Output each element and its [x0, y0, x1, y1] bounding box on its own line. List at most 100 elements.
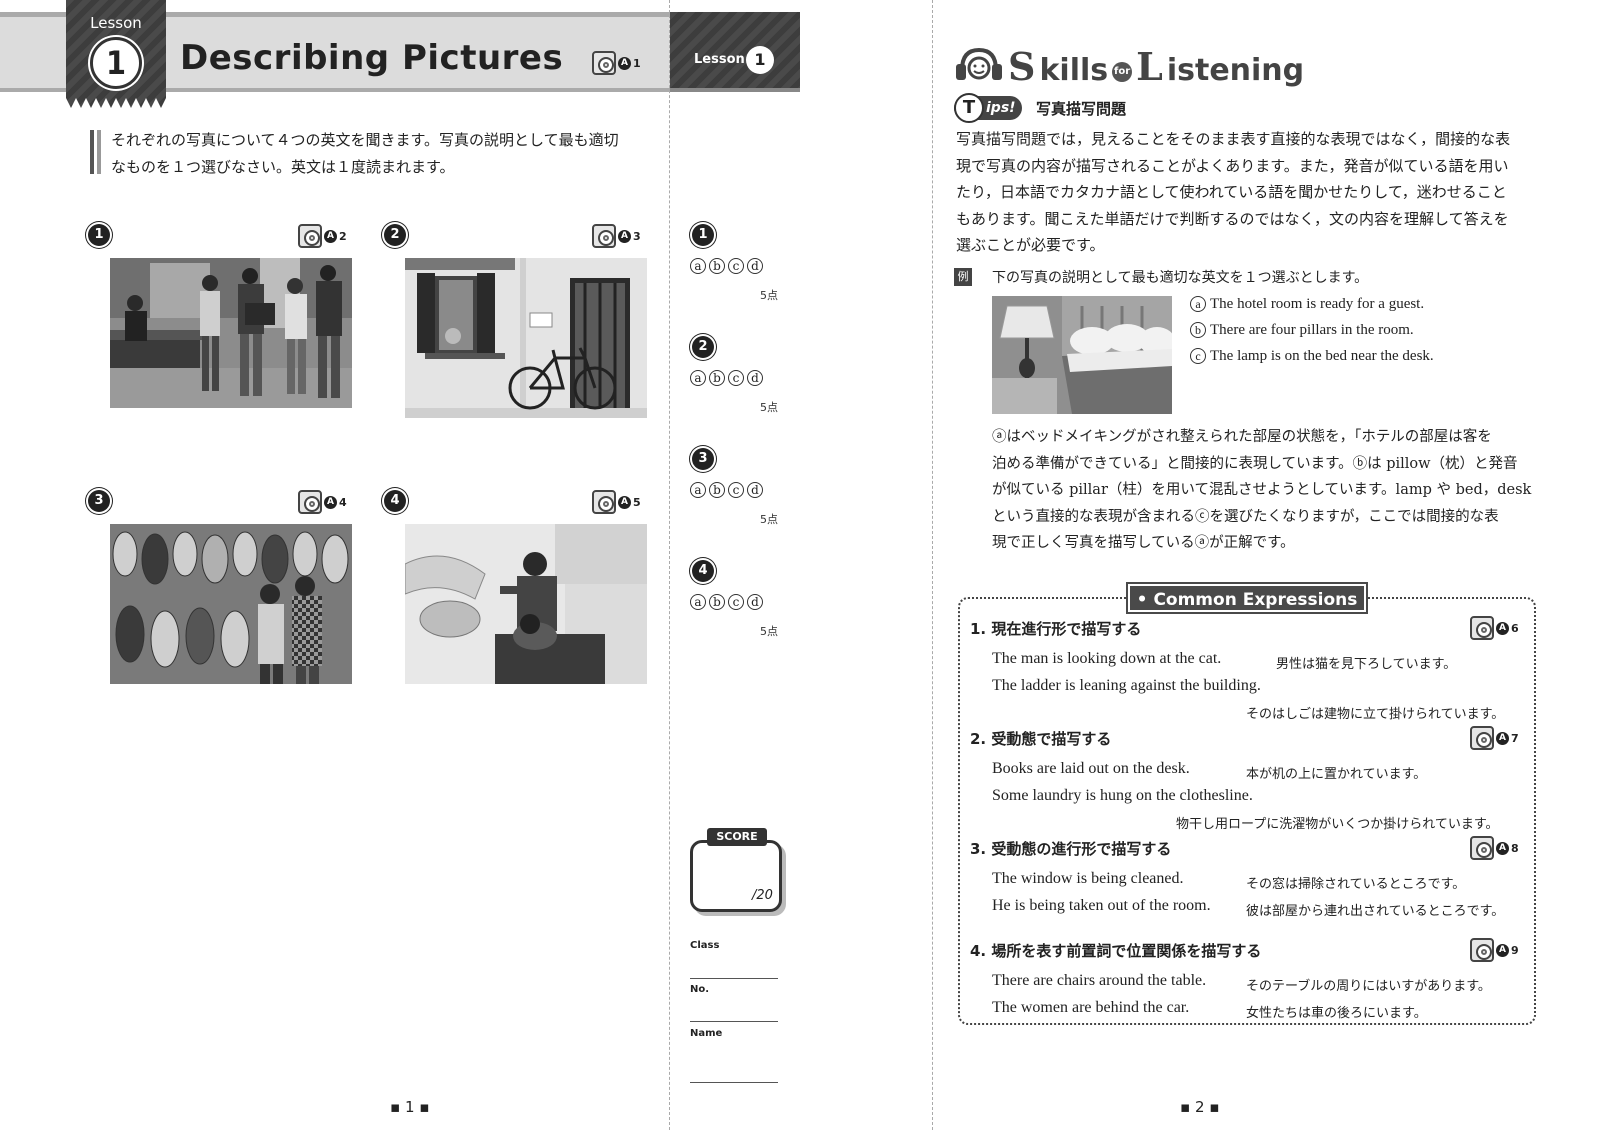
cd-icon [298, 224, 322, 248]
audio-track-marker-e1: A 6 [1470, 616, 1519, 640]
explanation-line: 現で正しく写真を描写しているⓐが正解です。 [992, 535, 1295, 551]
tips-line: 現で写真の内容が描写されることがよくあります。また，発音が似ている語を用い [956, 156, 1509, 175]
choice-text: The lamp is on the bed near the desk. [1210, 348, 1434, 364]
audio-track-marker-e2: A 7 [1470, 726, 1519, 750]
answer-number-2: 2 [692, 336, 714, 358]
page-number-right: ▪ 2 ▪ [1180, 1098, 1220, 1116]
instructions-line-2: なものを１つ選びなさい。英文は１度読まれます。 [111, 158, 455, 176]
expression-english: The man is looking down at the cat. [992, 650, 1222, 667]
instructions: それぞれの写真について４つの英文を聞きます。写真の説明として最も適切 なものを１… [111, 127, 651, 181]
explanation-line: 泊める準備ができている」と間接的に表現しています。ⓑは pillow（枕）と発音 [992, 455, 1518, 472]
name-field[interactable] [690, 1082, 778, 1083]
track-a-icon: A [1496, 841, 1509, 855]
expression-japanese: そのはしごは建物に立て掛けられています。 [1246, 707, 1505, 722]
expression-english: The ladder is leaning against the buildi… [992, 677, 1261, 694]
points-2: 5点 [760, 401, 778, 414]
answer-option-b[interactable]: b [709, 482, 725, 498]
answer-option-b[interactable]: b [709, 594, 725, 610]
number-field[interactable] [690, 1021, 778, 1022]
skills-word: kills [1039, 53, 1109, 88]
skills-initial: S [1008, 44, 1036, 89]
expression-japanese: 彼は部屋から連れ出されているところです。 [1246, 904, 1505, 919]
answer-option-a[interactable]: a [690, 594, 706, 610]
question-number-3: 3 [88, 490, 110, 512]
example-choice-b: b There are four pillars in the room. [1190, 322, 1414, 339]
answer-option-a[interactable]: a [690, 258, 706, 274]
for-badge: for [1112, 62, 1133, 82]
choice-text: The hotel room is ready for a guest. [1210, 296, 1425, 312]
answer-option-d[interactable]: d [747, 258, 763, 274]
score-total: /20 [752, 888, 773, 903]
answer-option-d[interactable]: d [747, 370, 763, 386]
photo-hotel-room [992, 296, 1172, 414]
photo-dentist [405, 524, 647, 684]
example-choice-c: c The lamp is on the bed near the desk. [1190, 348, 1434, 365]
example-intro: 下の写真の説明として最も適切な英文を１つ選ぶとします。 [992, 270, 1369, 286]
answer-option-b[interactable]: b [709, 258, 725, 274]
expression-heading-2: 2. 受動態で描写する [970, 730, 1112, 748]
cd-icon [592, 490, 616, 514]
audio-track-marker-q3: A 4 [298, 490, 347, 514]
audio-track-marker: A 1 [592, 51, 641, 75]
choice-letter: c [1190, 348, 1206, 364]
class-field[interactable] [690, 978, 778, 979]
answer-number-4: 4 [692, 560, 714, 582]
answer-options-2: a b c d [690, 370, 763, 386]
cd-icon [298, 490, 322, 514]
name-label: Name [690, 1028, 723, 1039]
answer-options-4: a b c d [690, 594, 763, 610]
expression-heading-1: 1. 現在進行形で描写する [970, 620, 1142, 638]
cd-icon [1470, 836, 1494, 860]
track-number: 2 [339, 229, 347, 243]
cd-icon [592, 224, 616, 248]
track-number: 6 [1511, 621, 1519, 635]
tips-magnifier-icon: T [954, 93, 984, 123]
answer-option-c[interactable]: c [728, 370, 744, 386]
page-title: Describing Pictures [180, 38, 564, 78]
cd-icon [592, 51, 616, 75]
common-expressions-title-text: Common Expressions [1153, 590, 1358, 610]
track-number: 7 [1511, 731, 1519, 745]
points-1: 5点 [760, 289, 778, 302]
example-choice-a: a The hotel room is ready for a guest. [1190, 296, 1424, 313]
question-number-4: 4 [384, 490, 406, 512]
skills-for-listening-title: Skills for Listening [1008, 44, 1304, 89]
audio-track-marker-q2: A 3 [592, 224, 641, 248]
answer-option-d[interactable]: d [747, 482, 763, 498]
answer-option-b[interactable]: b [709, 370, 725, 386]
choice-text: There are four pillars in the room. [1210, 322, 1414, 338]
track-number: 8 [1511, 841, 1519, 855]
answer-option-c[interactable]: c [728, 482, 744, 498]
audio-track-marker-q4: A 5 [592, 490, 641, 514]
question-number-1: 1 [88, 224, 110, 246]
lesson-label: Lesson [90, 14, 142, 32]
track-a-icon: A [618, 495, 631, 509]
track-a-icon: A [324, 229, 337, 243]
answer-column-header: Lesson 1 [670, 12, 800, 92]
expression-english: He is being taken out of the room. [992, 897, 1211, 914]
points-3: 5点 [760, 513, 778, 526]
answer-option-a[interactable]: a [690, 482, 706, 498]
tips-paragraph: 写真描写問題では，見えることをそのまま表す直接的な表現ではなく，間接的な表 現で… [956, 126, 1546, 259]
headphone-icon [956, 47, 1002, 80]
instructions-bar-light [97, 130, 101, 174]
track-a-icon: A [618, 56, 631, 70]
explanation-paragraph: ⓐはベッドメイキングがされ整えられた部屋の状態を，「ホテルの部屋は客を 泊める準… [992, 424, 1552, 557]
page-number-left: ▪ 1 ▪ [390, 1098, 430, 1116]
photo-bicycle-by-window [405, 258, 647, 418]
track-a-icon: A [324, 495, 337, 509]
page-number-left-value: 1 [404, 1098, 415, 1116]
page-number-right-value: 2 [1194, 1098, 1205, 1116]
answer-option-c[interactable]: c [728, 594, 744, 610]
track-a-icon: A [1496, 943, 1509, 957]
track-number: 9 [1511, 943, 1519, 957]
expression-japanese: 本が机の上に置かれています。 [1246, 767, 1427, 782]
track-number: 4 [339, 495, 347, 509]
answer-option-c[interactable]: c [728, 258, 744, 274]
answer-option-a[interactable]: a [690, 370, 706, 386]
answer-option-d[interactable]: d [747, 594, 763, 610]
explanation-line: が似ている pillar（柱）を用いて混乱させようとしています。lamp や b… [992, 482, 1532, 498]
instructions-line-1: それぞれの写真について４つの英文を聞きます。写真の説明として最も適切 [111, 131, 619, 149]
photo-guitar-shop [110, 524, 352, 684]
answer-options-3: a b c d [690, 482, 763, 498]
